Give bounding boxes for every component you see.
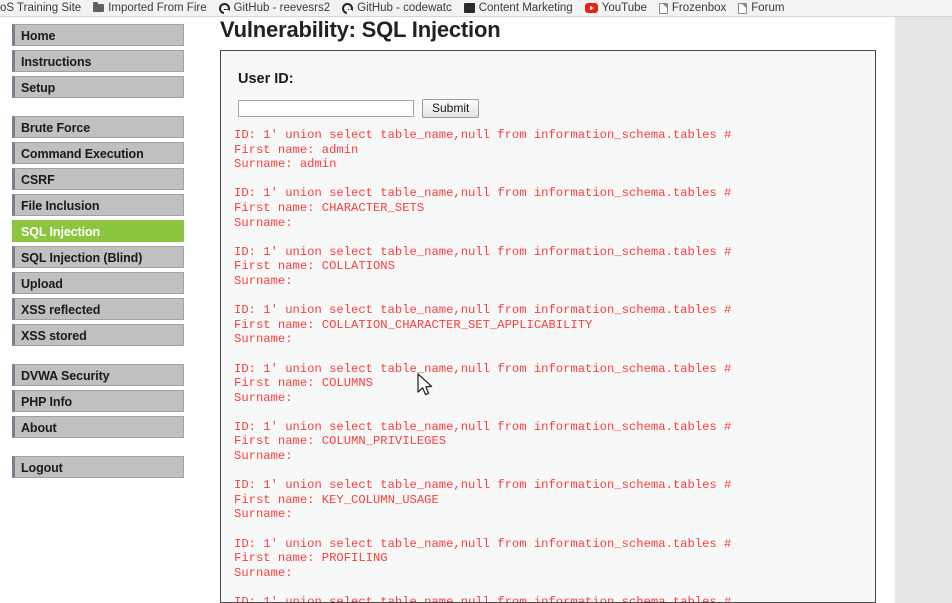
result-block: ID: 1' union select table_name,null from…	[234, 595, 875, 603]
result-id-line: ID: 1' union select table_name,null from…	[234, 595, 732, 603]
github-icon	[218, 2, 230, 14]
sidebar-group: Brute Force Command Execution CSRF File Inc…	[0, 116, 195, 346]
result-block: ID: 1' union select table_name,null from…	[234, 537, 875, 581]
result-block: ID: 1' union select table_name,null from…	[234, 478, 875, 522]
result-id-line: ID: 1' union select table_name,null from…	[234, 478, 732, 493]
result-id-line: ID: 1' union select table_name,null from…	[234, 186, 732, 201]
page-icon	[738, 2, 748, 14]
result-first-name-line: First name: KEY_COLUMN_USAGE	[234, 492, 439, 507]
submit-button[interactable]: Submit	[422, 99, 480, 118]
bookmark-label: oS Training Site	[0, 2, 82, 14]
result-id-line: ID: 1' union select table_name,null from…	[234, 536, 732, 551]
bookmark-label: GitHub - codewatc	[357, 2, 452, 14]
bookmark-label: Forum	[751, 2, 785, 14]
sidebar-group: Logout	[0, 456, 195, 478]
result-block: ID: 1' union select table_name,null from…	[234, 420, 875, 464]
youtube-icon	[584, 3, 598, 13]
sidebar-item-xss-stored[interactable]: XSS stored	[12, 324, 184, 346]
bookmark-item[interactable]: YouTube	[579, 0, 653, 16]
sidebar-item-instructions[interactable]: Instructions	[12, 50, 184, 72]
user-id-input[interactable]	[238, 100, 414, 117]
result-surname-line: Surname:	[234, 507, 293, 522]
bookmark-item[interactable]: Forum	[732, 0, 790, 16]
bookmark-item[interactable]: Frozenbox	[653, 0, 732, 16]
result-first-name-line: First name: admin	[234, 142, 359, 157]
result-surname-line: Surname:	[234, 390, 293, 405]
result-first-name-line: First name: COLLATION_CHARACTER_SET_APPL…	[234, 317, 593, 332]
sidebar-item-sql-injection-blind[interactable]: SQL Injection (Blind)	[12, 246, 184, 268]
main-content: Vulnerability: SQL Injection User ID: Su…	[195, 17, 895, 603]
result-block: ID: 1' union select table_name,null from…	[234, 186, 875, 230]
result-first-name-line: First name: PROFILING	[234, 551, 388, 566]
sidebar-item-sql-injection[interactable]: SQL Injection	[12, 220, 184, 242]
bookmark-label: Frozenbox	[671, 2, 727, 14]
sidebar-item-upload[interactable]: Upload	[12, 272, 184, 294]
sidebar-item-home[interactable]: Home	[12, 24, 184, 46]
result-block: ID: 1' union select table_name,null from…	[234, 362, 875, 406]
sidebar-navigation: Home Instructions Setup Brute Force Command …	[0, 17, 195, 603]
bookmark-item[interactable]: GitHub - codewatc	[336, 0, 458, 16]
bookmark-item[interactable]: Content Marketing	[458, 0, 579, 16]
result-id-line: ID: 1' union select table_name,null from…	[234, 303, 732, 318]
sidebar-item-about[interactable]: About	[12, 416, 184, 438]
result-first-name-line: First name: COLUMN_PRIVILEGES	[234, 434, 447, 449]
result-id-line: ID: 1' union select table_name,null from…	[234, 361, 732, 376]
sidebar-item-dvwa-security[interactable]: DVWA Security	[12, 364, 184, 386]
content-marketing-icon	[463, 3, 475, 13]
result-first-name-line: First name: CHARACTER_SETS	[234, 200, 425, 215]
sidebar-item-logout[interactable]: Logout	[12, 456, 184, 478]
result-id-line: ID: 1' union select table_name,null from…	[234, 244, 732, 259]
bookmark-label: YouTube	[601, 2, 647, 14]
result-first-name-line: First name: COLLATIONS	[234, 259, 395, 274]
page-title: Vulnerability: SQL Injection	[220, 17, 501, 42]
result-block: ID: 1' union select table_name,null from…	[234, 128, 875, 172]
result-surname-line: Surname:	[234, 273, 293, 288]
sidebar-item-xss-reflected[interactable]: XSS reflected	[12, 298, 184, 320]
result-surname-line: Surname:	[234, 565, 293, 580]
sidebar-group: Home Instructions Setup	[0, 24, 195, 98]
vertical-scrollbar[interactable]	[895, 17, 952, 603]
sidebar-item-command-execution[interactable]: Command Execution	[12, 142, 184, 164]
sidebar-item-file-inclusion[interactable]: File Inclusion	[12, 194, 184, 216]
bookmark-item[interactable]: Imported From Fire	[87, 0, 212, 16]
bookmark-item[interactable]: oS Training Site	[0, 0, 87, 16]
bookmark-label: GitHub - reevesrs2	[233, 2, 331, 14]
page-content: Home Instructions Setup Brute Force Command …	[0, 17, 952, 603]
query-results: ID: 1' union select table_name,null from…	[221, 118, 875, 603]
sidebar-group: DVWA Security PHP Info About	[0, 364, 195, 438]
result-id-line: ID: 1' union select table_name,null from…	[234, 128, 732, 142]
result-surname-line: Surname:	[234, 215, 293, 230]
sidebar-item-php-info[interactable]: PHP Info	[12, 390, 184, 412]
sidebar-item-brute-force[interactable]: Brute Force	[12, 116, 184, 138]
result-surname-line: Surname: admin	[234, 157, 337, 172]
result-id-line: ID: 1' union select table_name,null from…	[234, 419, 732, 434]
result-block: ID: 1' union select table_name,null from…	[234, 245, 875, 289]
bookmark-label: Imported From Fire	[108, 2, 207, 14]
result-block: ID: 1' union select table_name,null from…	[234, 303, 875, 347]
result-surname-line: Surname:	[234, 449, 293, 464]
result-first-name-line: First name: COLUMNS	[234, 376, 373, 391]
github-icon	[342, 2, 354, 14]
result-surname-line: Surname:	[234, 332, 293, 347]
folder-icon	[93, 2, 105, 12]
bookmark-label: Content Marketing	[478, 2, 573, 14]
sidebar-item-setup[interactable]: Setup	[12, 76, 184, 98]
sidebar-item-csrf[interactable]: CSRF	[12, 168, 184, 190]
user-id-form: Submit	[221, 87, 875, 118]
user-id-label: User ID:	[238, 71, 294, 87]
vulnerability-panel: User ID: Submit ID: 1' union select tabl…	[220, 50, 876, 603]
bookmark-item[interactable]: GitHub - reevesrs2	[213, 0, 337, 16]
browser-bookmarks-bar: oS Training Site Imported From Fire GitHub…	[0, 0, 952, 17]
page-icon	[658, 2, 668, 14]
